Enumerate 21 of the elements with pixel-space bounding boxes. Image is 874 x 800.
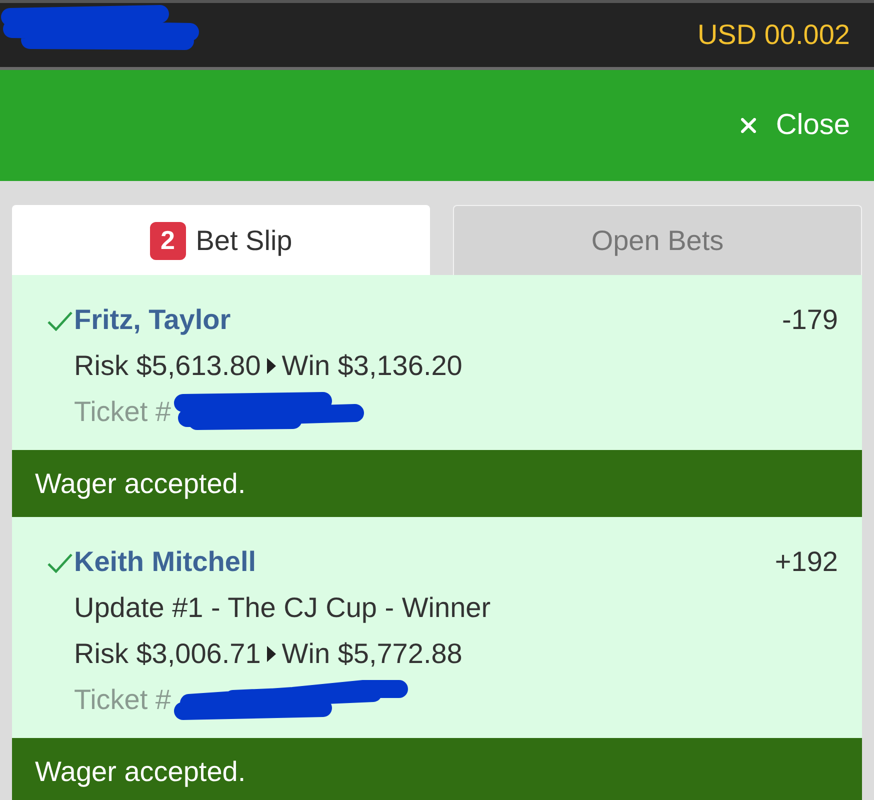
odds: -179 [782,304,838,336]
odds: +192 [774,546,838,578]
triangle-icon [266,358,276,374]
risk-amount: Risk $3,006.71 [74,638,261,670]
win-amount: Win $3,136.20 [282,350,462,382]
selection-name: Keith Mitchell [74,546,256,578]
risk-amount: Risk $5,613.80 [74,350,261,382]
tab[interactable]: 2 Bet Slip [12,205,430,275]
win-amount: Win $5,772.88 [282,638,462,670]
triangle-icon [266,646,276,662]
ticket-label: Ticket # [74,684,171,716]
account-balance: USD 00.002 [697,19,850,51]
bet-description: Update #1 - The CJ Cup - Winner [74,592,491,624]
selection-name: Fritz, Taylor [74,304,231,336]
status-banner: Wager accepted. [12,738,862,800]
close-icon [740,118,756,133]
status-banner: Wager accepted. [12,450,862,517]
close-button[interactable]: Close [740,105,850,146]
count-badge: 2 [150,222,186,260]
tab[interactable]: Open Bets [452,205,862,275]
ticket-label: Ticket # [74,396,171,428]
